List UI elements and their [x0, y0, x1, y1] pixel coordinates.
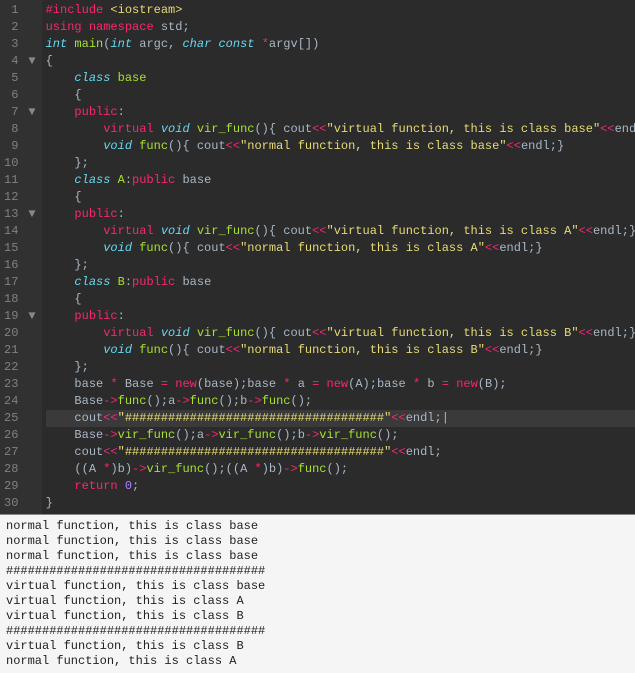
line-number: 30: [4, 495, 36, 512]
fold-icon[interactable]: ▼: [26, 308, 36, 325]
line-number: 18: [4, 291, 36, 308]
code-line[interactable]: class B:public base: [46, 274, 635, 291]
line-number: 9: [4, 138, 36, 155]
line-number: 14: [4, 223, 36, 240]
output-line: normal function, this is class base: [6, 519, 629, 534]
output-line: normal function, this is class base: [6, 549, 629, 564]
code-line[interactable]: Base->func();a->func();b->func();: [46, 393, 635, 410]
code-line[interactable]: public:: [46, 206, 635, 223]
code-line[interactable]: };: [46, 155, 635, 172]
code-line[interactable]: void func(){ cout<<"normal function, thi…: [46, 240, 635, 257]
code-line[interactable]: public:: [46, 104, 635, 121]
code-line[interactable]: return 0;: [46, 478, 635, 495]
output-line: virtual function, this is class B: [6, 639, 629, 654]
line-number: 17: [4, 274, 36, 291]
line-number: 12: [4, 189, 36, 206]
output-line: ####################################: [6, 564, 629, 579]
code-line[interactable]: cout<<"#################################…: [46, 410, 635, 427]
line-number: 27: [4, 444, 36, 461]
line-number: 16: [4, 257, 36, 274]
line-number: 8: [4, 121, 36, 138]
line-number: 28: [4, 461, 36, 478]
code-line[interactable]: {: [46, 53, 635, 70]
code-line[interactable]: class base: [46, 70, 635, 87]
line-number: 21: [4, 342, 36, 359]
code-area[interactable]: #include <iostream> using namespace std;…: [42, 0, 635, 514]
output-line: virtual function, this is class base: [6, 579, 629, 594]
output-line: virtual function, this is class B: [6, 609, 629, 624]
line-number: 7 ▼: [4, 104, 36, 121]
line-number: 1: [4, 2, 36, 19]
code-line[interactable]: using namespace std;: [46, 19, 635, 36]
line-number: 11: [4, 172, 36, 189]
line-number: 20: [4, 325, 36, 342]
code-line[interactable]: Base->vir_func();a->vir_func();b->vir_fu…: [46, 427, 635, 444]
line-number: 6: [4, 87, 36, 104]
code-line[interactable]: void func(){ cout<<"normal function, thi…: [46, 342, 635, 359]
line-number: 25: [4, 410, 36, 427]
code-line[interactable]: };: [46, 257, 635, 274]
code-line[interactable]: virtual void vir_func(){ cout<<"virtual …: [46, 325, 635, 342]
code-line[interactable]: virtual void vir_func(){ cout<<"virtual …: [46, 121, 635, 138]
line-number: 19 ▼: [4, 308, 36, 325]
text-cursor: |: [442, 411, 449, 425]
code-line[interactable]: cout<<"#################################…: [46, 444, 635, 461]
code-line[interactable]: base * Base = new(base);base * a = new(A…: [46, 376, 635, 393]
code-line[interactable]: public:: [46, 308, 635, 325]
line-number-gutter: 1 2 3 4 ▼ 5 6 7 ▼ 8 9 10 11 12 13 ▼ 14 1…: [0, 0, 42, 514]
code-line[interactable]: class A:public base: [46, 172, 635, 189]
code-line[interactable]: {: [46, 87, 635, 104]
output-panel: normal function, this is class base norm…: [0, 514, 635, 673]
code-line[interactable]: }: [46, 495, 635, 512]
line-number: 24: [4, 393, 36, 410]
line-number: 15: [4, 240, 36, 257]
line-number: 23: [4, 376, 36, 393]
line-number: 29: [4, 478, 36, 495]
line-number: 10: [4, 155, 36, 172]
output-line: ####################################: [6, 624, 629, 639]
code-line[interactable]: virtual void vir_func(){ cout<<"virtual …: [46, 223, 635, 240]
fold-icon[interactable]: ▼: [26, 206, 36, 223]
line-number: 22: [4, 359, 36, 376]
line-number: 3: [4, 36, 36, 53]
fold-icon[interactable]: ▼: [26, 104, 36, 121]
line-number: 2: [4, 19, 36, 36]
code-line[interactable]: {: [46, 291, 635, 308]
code-line[interactable]: void func(){ cout<<"normal function, thi…: [46, 138, 635, 155]
code-line[interactable]: {: [46, 189, 635, 206]
code-line[interactable]: };: [46, 359, 635, 376]
fold-icon[interactable]: ▼: [26, 53, 36, 70]
output-line: normal function, this is class base: [6, 534, 629, 549]
line-number: 5: [4, 70, 36, 87]
code-line[interactable]: ((A *)b)->vir_func();((A *)b)->func();: [46, 461, 635, 478]
line-number: 26: [4, 427, 36, 444]
output-line: normal function, this is class A: [6, 654, 629, 669]
line-number: 13 ▼: [4, 206, 36, 223]
code-line[interactable]: int main(int argc, char const *argv[]): [46, 36, 635, 53]
code-line[interactable]: #include <iostream>: [46, 2, 635, 19]
code-editor[interactable]: 1 2 3 4 ▼ 5 6 7 ▼ 8 9 10 11 12 13 ▼ 14 1…: [0, 0, 635, 514]
line-number: 4 ▼: [4, 53, 36, 70]
